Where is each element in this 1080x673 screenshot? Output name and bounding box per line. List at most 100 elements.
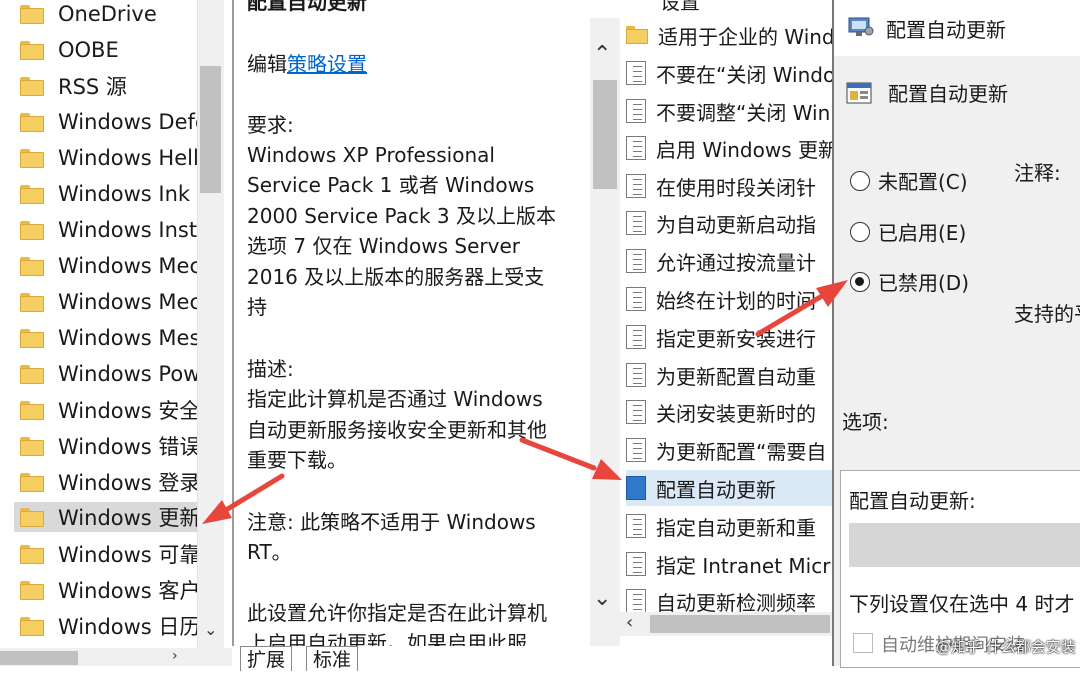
tree-item-windows-ink[interactable]: Windows Ink [14,179,197,209]
policy-doc-icon [626,552,646,576]
column-header-setting[interactable]: 设置 [660,0,700,15]
folder-icon [20,544,44,564]
tree-item-rss[interactable]: RSS 源 [14,71,197,101]
tree-item-windows-calendar[interactable]: Windows 日历 [14,611,197,641]
list-column-header[interactable]: 设置 [620,0,832,18]
tree-item-windows-messenger[interactable]: Windows Mes [14,323,197,353]
policy-settings-dialog: 配置自动更新 配置自动更新 未配置(C) 已启用(E) 已禁用(D) 注释: 支… [832,0,1080,668]
list-item[interactable]: 为自动更新启动指 [626,205,832,241]
dialog-titlebar[interactable]: 配置自动更新 [834,0,1080,56]
requirements-line: 选项 7 仅在 Windows Server [247,234,521,258]
radio-enabled[interactable]: 已启用(E) [850,217,966,246]
list-item[interactable]: 自动更新检测频率 [626,583,832,612]
list-horizontal-scrollbar[interactable]: ‹ [620,612,832,636]
scrollbar-thumb[interactable] [0,651,78,665]
tree-item-onedrive[interactable]: OneDrive [14,0,197,29]
folder-icon [20,40,44,60]
policy-doc-icon [626,400,646,424]
folder-icon [20,184,44,204]
folder-icon [20,364,44,384]
folder-icon [20,148,44,168]
radio-label: 已启用(E) [878,221,967,245]
scrollbar-thumb[interactable] [650,615,830,633]
comment-label: 注释: [1014,161,1061,185]
options-note: 下列设置仅在选中 4 时才 [849,592,1075,616]
auto-update-mode-select[interactable] [849,523,1080,567]
requirements-line: 2016 及以上版本的服务器上受支 [247,265,545,289]
policy-settings-link[interactable]: 策略设置 [287,52,367,76]
list-item[interactable]: 不要在“关闭 Windo [626,55,832,91]
policy-doc-icon [626,249,646,273]
note-line: 注意: 此策略不适用于 Windows [247,510,536,534]
policy-description-pane: 配置自动更新 编辑策略设置 要求: Windows XP Professiona… [232,0,592,646]
chevron-up-icon[interactable]: ⌃ [593,42,611,67]
chevron-down-icon[interactable]: ⌄ [593,586,611,611]
policy-doc-icon [626,136,646,160]
tree-vertical-scrollbar[interactable]: ⌄ [197,0,224,666]
chevron-down-icon[interactable]: ⌄ [204,620,217,639]
folder-icon [20,328,44,348]
radio-disabled[interactable]: 已禁用(D) [850,267,969,296]
list-item[interactable]: 关闭安装更新时的 [626,394,832,430]
requirements-heading: 要求: [247,113,294,137]
tree-item-windows-error[interactable]: Windows 错误 [14,431,197,461]
category-tree: OneDrive OOBE RSS 源 Windows Defe Windows… [0,0,197,666]
install-during-maintenance-checkbox[interactable] [853,633,873,653]
policy-settings-list: 适用于企业的 Wind 不要在“关闭 Windo 不要调整“关闭 Win 启用 … [620,0,832,612]
tree-item-windows-media-2[interactable]: Windows Mec [14,287,197,317]
list-item[interactable]: 适用于企业的 Wind [626,17,832,53]
list-item[interactable]: 启用 Windows 更新 [626,130,832,166]
radio-button-checked[interactable] [850,271,870,292]
list-item[interactable]: 为更新配置自动重 [626,357,832,393]
list-item[interactable]: 指定更新安装进行 [626,319,832,355]
tab-extended[interactable]: 扩展 [240,646,293,671]
folder-icon [20,256,44,276]
radio-button[interactable] [850,221,870,242]
description-line: 自动更新服务接收安全更新和其他 [247,418,547,442]
folder-icon [20,292,44,312]
policy-doc-icon [626,174,646,198]
list-item[interactable]: 指定 Intranet Micr [626,546,832,582]
radio-button[interactable] [850,170,870,191]
list-item[interactable]: 指定自动更新和重 [626,508,832,544]
requirements-line: 持 [247,295,267,319]
list-item[interactable]: 为更新配置“需要自 [626,432,832,468]
tree-item-windows-logon[interactable]: Windows 登录 [14,467,197,497]
tree-item-oobe[interactable]: OOBE [14,35,197,65]
list-vertical-scrollbar[interactable]: ⌃ ⌄ [590,18,620,646]
list-item[interactable]: 始终在计划的时间 [626,281,832,317]
requirements-line: Service Pack 1 或者 Windows [247,173,535,197]
requirements-line: Windows XP Professional [247,143,495,167]
tree-item-windows-powershell[interactable]: Windows Pow [14,359,197,389]
list-item[interactable]: 在使用时段关闭针 [626,168,832,204]
tree-item-windows-reliability[interactable]: Windows 可靠 [14,539,197,569]
chevron-left-icon[interactable]: ‹ [626,612,633,633]
tree-item-windows-update[interactable]: Windows 更新 [14,502,197,532]
tab-standard[interactable]: 标准 [306,646,359,671]
tree-item-windows-client[interactable]: Windows 客户 [14,575,197,605]
folder-icon [20,220,44,240]
tree-item-windows-hello[interactable]: Windows Hell [14,143,197,173]
folder-icon [20,507,44,527]
policy-doc-icon [626,363,646,387]
radio-not-configured[interactable]: 未配置(C) [850,166,968,195]
scrollbar-thumb[interactable] [200,66,221,193]
scrollbar-thumb[interactable] [593,80,617,189]
supported-on-label: 支持的平 [1014,302,1080,326]
policy-doc-icon [626,476,646,500]
policy-app-icon [848,17,874,36]
list-item[interactable]: 允许通过按流量计 [626,243,832,279]
dialog-title: 配置自动更新 [886,18,1006,42]
list-item[interactable]: 不要调整“关闭 Win [626,93,832,129]
description-heading: 描述: [247,357,294,381]
tree-item-windows-security[interactable]: Windows 安全 [14,395,197,425]
folder-icon [626,26,648,44]
tree-item-windows-defender[interactable]: Windows Defe [14,107,197,137]
folder-icon [20,4,44,24]
tree-item-windows-installer[interactable]: Windows Inst [14,215,197,245]
tree-horizontal-scrollbar[interactable]: › [0,648,232,666]
list-item-configure-auto-update[interactable]: 配置自动更新 [626,470,832,506]
tree-item-windows-media-1[interactable]: Windows Mec [14,251,197,281]
chevron-right-icon[interactable]: › [172,648,178,664]
options-label: 选项: [842,410,889,434]
